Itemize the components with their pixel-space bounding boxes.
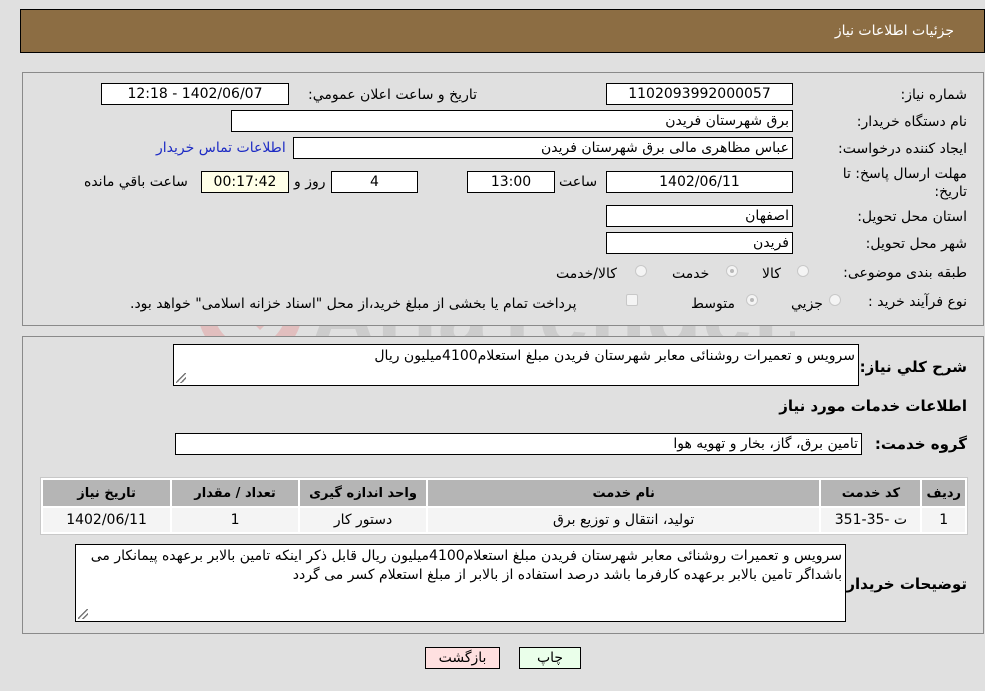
- process-option-minor: جزيي: [791, 296, 823, 312]
- creator-label: ايجاد کننده درخواست:: [838, 141, 967, 157]
- table-row: 1 ت -35-351 توليد، انتقال و توزيع برق دس…: [43, 508, 965, 532]
- cell-service-name: توليد، انتقال و توزيع برق: [428, 508, 820, 532]
- process-radio-medium[interactable]: [746, 294, 758, 306]
- print-button[interactable]: چاپ: [519, 647, 581, 669]
- resize-grip-icon[interactable]: [78, 609, 88, 619]
- city-field: فريدن: [606, 232, 793, 254]
- cell-row-number: 1: [922, 508, 965, 532]
- back-button[interactable]: بازگشت: [425, 647, 500, 669]
- category-radio-goods[interactable]: [797, 265, 809, 277]
- category-option-service: خدمت: [672, 266, 710, 282]
- cell-need-date: 1402/06/11: [43, 508, 171, 532]
- creator-field: عباس مظاهری مالی برق شهرستان فريدن: [293, 137, 793, 159]
- column-header-row-number: رديف: [922, 480, 965, 506]
- category-option-goods: کالا: [762, 266, 781, 282]
- province-field: اصفهان: [606, 205, 793, 227]
- service-group-label: گروه خدمت:: [874, 435, 967, 453]
- deadline-date-field: 1402/06/11: [606, 171, 793, 193]
- announce-field: 1402/06/07 - 12:18: [101, 83, 289, 105]
- column-header-service-name: نام خدمت: [428, 480, 820, 506]
- table-header-row: رديف کد خدمت نام خدمت واحد اندازه گيری ت…: [43, 480, 965, 506]
- category-label: طبقه بندی موضوعی:: [843, 265, 967, 281]
- services-heading: اطلاعات خدمات مورد نياز: [779, 397, 967, 415]
- days-label: روز و: [294, 174, 326, 190]
- deadline-time-label: ساعت: [559, 174, 598, 190]
- time-remaining-label: ساعت باقي مانده: [84, 174, 188, 190]
- treasury-note: پرداخت تمام يا بخشی از مبلغ خريد،از محل …: [130, 296, 577, 312]
- need-number-field: 1102093992000057: [606, 83, 793, 105]
- page-header: جزئيات اطلاعات نياز: [20, 9, 985, 53]
- page-title: جزئيات اطلاعات نياز: [834, 23, 954, 39]
- description-textarea[interactable]: سرويس و تعميرات روشنائی معابر شهرستان فر…: [173, 344, 859, 386]
- category-option-goods-service: کالا/خدمت: [556, 266, 617, 282]
- column-header-need-date: تاريخ نياز: [43, 480, 171, 506]
- buyer-notes-label: توضيحات خريدار:: [840, 575, 967, 593]
- description-label: شرح کلي نياز:: [859, 358, 967, 376]
- buyer-notes-text: سرويس و تعميرات روشنائی معابر شهرستان فر…: [90, 548, 842, 583]
- buyer-contact-link[interactable]: اطلاعات تماس خريدار: [156, 140, 286, 156]
- category-radio-goods-service[interactable]: [635, 265, 647, 277]
- city-label: شهر محل تحويل:: [865, 236, 967, 252]
- deadline-time-field: 13:00: [467, 171, 555, 193]
- cell-quantity: 1: [172, 508, 299, 532]
- process-label: نوع فرآيند خريد :: [868, 294, 967, 310]
- cell-unit: دستور کار: [300, 508, 426, 532]
- announce-label: تاريخ و ساعت اعلان عمومي:: [308, 87, 477, 103]
- deadline-label: مهلت ارسال پاسخ: تا تاريخ:: [842, 166, 967, 200]
- buyer-notes-textarea[interactable]: سرويس و تعميرات روشنائی معابر شهرستان فر…: [75, 544, 846, 622]
- process-option-medium: متوسط: [691, 296, 735, 312]
- treasury-checkbox[interactable]: [626, 294, 638, 306]
- category-radio-service[interactable]: [726, 265, 738, 277]
- time-remaining-field: 00:17:42: [201, 171, 289, 193]
- services-table: رديف کد خدمت نام خدمت واحد اندازه گيری ت…: [40, 477, 968, 535]
- description-text: سرويس و تعميرات روشنائی معابر شهرستان فر…: [374, 348, 855, 364]
- buyer-org-field: برق شهرستان فريدن: [231, 110, 793, 132]
- cell-service-code: ت -35-351: [821, 508, 921, 532]
- process-radio-minor[interactable]: [829, 294, 841, 306]
- province-label: استان محل تحويل:: [857, 209, 967, 225]
- column-header-service-code: کد خدمت: [821, 480, 921, 506]
- need-number-label: شماره نياز:: [900, 87, 968, 103]
- resize-grip-icon[interactable]: [176, 373, 186, 383]
- buyer-org-label: نام دستگاه خريدار:: [856, 114, 967, 130]
- column-header-unit: واحد اندازه گيری: [300, 480, 426, 506]
- column-header-quantity: تعداد / مقدار: [172, 480, 299, 506]
- days-remaining-field: 4: [331, 171, 418, 193]
- service-group-field: تامين برق، گاز، بخار و تهويه هوا: [175, 433, 862, 455]
